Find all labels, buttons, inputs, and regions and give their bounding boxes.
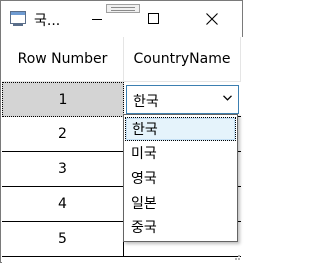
column-header-row-number[interactable]: Row Number <box>2 37 124 82</box>
row-number-cell[interactable]: 1 <box>2 82 124 117</box>
app-icon <box>10 11 26 27</box>
maximize-button[interactable] <box>131 1 177 37</box>
dropdown-option[interactable]: 한국 <box>125 117 236 141</box>
country-dropdown-list[interactable]: 한국 미국 영국 일본 중국 <box>123 114 238 242</box>
row-number-cell[interactable]: 5 <box>2 222 124 257</box>
close-icon <box>206 13 218 25</box>
column-header-country-name[interactable]: CountryName <box>124 37 241 82</box>
maximize-icon <box>148 13 159 24</box>
chevron-down-icon[interactable] <box>223 95 232 101</box>
dropdown-option[interactable]: 중국 <box>125 216 236 240</box>
dropdown-option[interactable]: 일본 <box>125 192 236 216</box>
minimize-button[interactable] <box>74 1 120 37</box>
window-title: 국... <box>34 13 61 29</box>
combobox-value: 한국 <box>133 94 159 110</box>
title-bar[interactable]: 국... <box>1 1 242 37</box>
app-window: 국... Row Number CountryName 1 한국 2 3 4 5… <box>0 0 243 263</box>
row-number-cell[interactable]: 4 <box>2 187 124 222</box>
resize-grip-icon[interactable] <box>231 251 241 261</box>
dropdown-option[interactable]: 미국 <box>125 142 236 166</box>
row-number-cell[interactable]: 3 <box>2 152 124 187</box>
row-number-cell[interactable]: 2 <box>2 117 124 152</box>
country-combobox[interactable]: 한국 <box>126 85 239 114</box>
table-row[interactable]: 1 한국 <box>2 82 242 117</box>
minimize-icon <box>92 19 102 20</box>
close-button[interactable] <box>189 1 235 37</box>
country-cell[interactable]: 한국 <box>124 82 241 117</box>
dropdown-option[interactable]: 영국 <box>125 167 236 191</box>
